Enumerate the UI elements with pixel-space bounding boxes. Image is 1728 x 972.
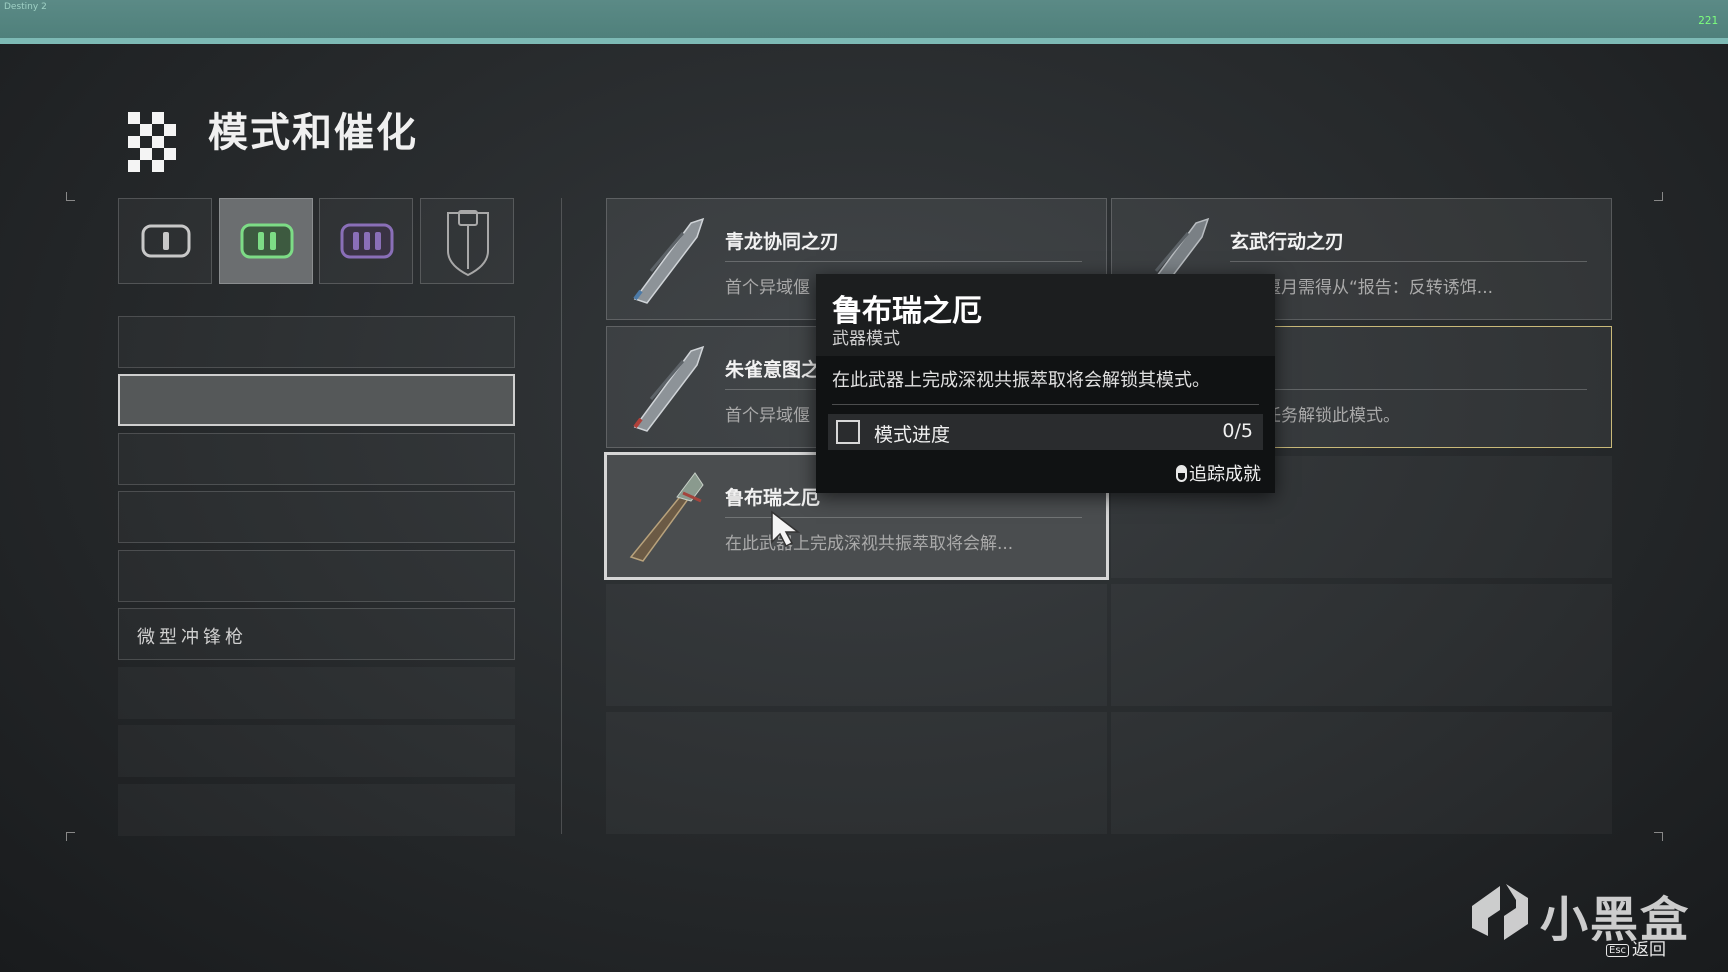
progress-label: 模式进度 — [874, 424, 951, 446]
list-item-label: 微型冲锋枪 — [137, 627, 247, 648]
back-label: 返回 — [1632, 940, 1667, 960]
mouse-icon — [1176, 465, 1187, 482]
primary-ammo-icon — [141, 224, 191, 258]
mod-progress-row: 模式进度 0/5 — [828, 414, 1263, 450]
tooltip-divider — [832, 404, 1259, 405]
fps-counter: 221 — [1698, 14, 1718, 27]
special-ammo-icon — [240, 223, 294, 259]
card-divider — [725, 261, 1082, 262]
tooltip-subtitle: 武器模式 — [832, 329, 900, 349]
corner-bracket — [66, 192, 75, 201]
back-button[interactable]: Esc 返回 — [1606, 935, 1666, 960]
corner-bracket — [1654, 192, 1663, 201]
empty-slot — [1111, 584, 1612, 706]
glaive-icon — [629, 472, 704, 562]
checker-icon — [128, 112, 188, 172]
track-label: 追踪成就 — [1189, 464, 1261, 485]
progress-value: 0/5 — [1222, 420, 1253, 442]
empty-slot — [606, 584, 1107, 706]
tab-primary-ammo[interactable] — [118, 198, 212, 284]
top-bar: Destiny 2 221 — [0, 0, 1728, 38]
track-achievement-hint[interactable]: 追踪成就 — [1176, 460, 1261, 486]
mod-description: 首个异域偃 — [725, 406, 810, 426]
corner-bracket — [1654, 832, 1663, 841]
list-item[interactable] — [118, 491, 515, 543]
esc-key-icon: Esc — [1606, 944, 1630, 957]
mod-name: 玄武行动之刃 — [1230, 231, 1345, 253]
card-divider — [1230, 389, 1587, 390]
xiaoheihe-logo-icon — [1472, 884, 1528, 940]
progress-checkbox — [836, 420, 860, 444]
card-divider — [1230, 261, 1587, 262]
empty-slot — [606, 712, 1107, 834]
mod-name: 青龙协同之刃 — [725, 231, 840, 253]
mod-name: 朱雀意图之 — [725, 359, 821, 381]
glaive-icon — [633, 217, 705, 304]
mod-tooltip: 鲁布瑞之厄 武器模式 在此武器上完成深视共振萃取将会解锁其模式。 模式进度 0/… — [816, 274, 1275, 493]
empty-slot — [1111, 712, 1612, 834]
mod-name: 鲁布瑞之厄 — [725, 487, 821, 509]
mod-description: 首个异域偃 — [725, 278, 810, 298]
list-item-smg[interactable]: 微型冲锋枪 — [118, 608, 515, 660]
mod-description: 在此武器上完成深视共振萃取将会解... — [725, 534, 1014, 554]
list-item[interactable] — [118, 433, 515, 485]
page-title: 模式和催化 — [208, 110, 418, 156]
list-item[interactable] — [118, 316, 515, 368]
cursor-icon — [771, 510, 801, 548]
heavy-ammo-icon — [340, 223, 394, 259]
list-item[interactable] — [118, 725, 515, 777]
tab-heavy-ammo[interactable] — [319, 198, 413, 284]
tooltip-header: 鲁布瑞之厄 武器模式 — [816, 274, 1275, 356]
tooltip-description: 在此武器上完成深视共振萃取将会解锁其模式。 — [832, 370, 1210, 391]
corner-bracket — [66, 832, 75, 841]
tab-special-ammo[interactable] — [219, 198, 313, 284]
list-item[interactable] — [118, 667, 515, 719]
top-bar-app-label: Destiny 2 — [4, 2, 47, 12]
armor-shield-icon — [447, 210, 489, 277]
top-bar-accent-line — [0, 38, 1728, 44]
panel-divider — [561, 198, 562, 834]
list-item[interactable] — [118, 784, 515, 836]
glaive-icon — [633, 345, 705, 432]
list-item[interactable] — [118, 550, 515, 602]
list-item-selected[interactable] — [118, 374, 515, 426]
tab-armor[interactable] — [420, 198, 514, 284]
